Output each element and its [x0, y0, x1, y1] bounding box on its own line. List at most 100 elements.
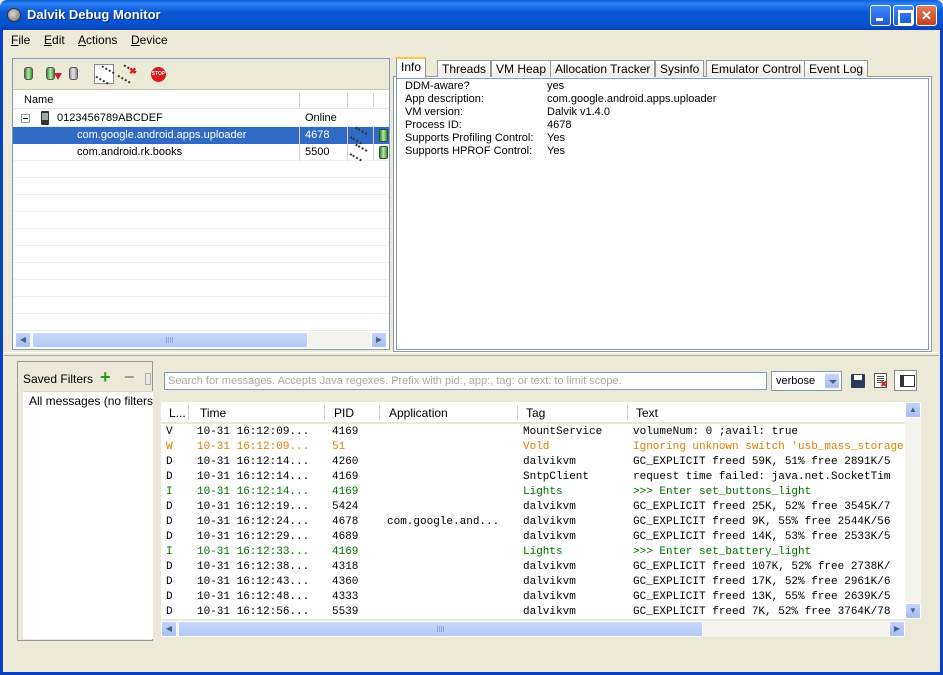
minimize-icon [871, 6, 890, 25]
scroll-right-button[interactable]: ▶ [371, 332, 387, 348]
menu-file-label: ile [18, 33, 31, 47]
log-level: D [166, 576, 173, 588]
scroll-grip-icon [166, 337, 174, 343]
save-icon[interactable] [851, 374, 865, 388]
log-row[interactable]: D 10-31 16:12:48... 4333 dalvikvm GC_EXPLICI… [161, 590, 905, 605]
log-row[interactable]: D 10-31 16:12:14... 4260 dalvikvm GC_EXPLICI… [161, 455, 905, 470]
log-row[interactable]: D 10-31 16:12:14... 4169 SntpClient request … [161, 470, 905, 485]
client-row[interactable]: com.android.rk.books 5500 [13, 143, 389, 162]
log-tag: dalvikvm [523, 501, 576, 513]
column-separator [299, 127, 300, 144]
log-text: >>> Enter set_buttons_light [633, 486, 812, 498]
collapse-toggle[interactable] [21, 114, 30, 123]
tab-allocation-tracker[interactable]: Allocation Tracker [550, 60, 656, 77]
log-row[interactable]: W 10-31 16:12:09... 51 Vold Ignoring unknown… [161, 440, 905, 455]
log-row[interactable]: I 10-31 16:12:33... 4169 Lights >>> Enter se… [161, 545, 905, 560]
title-bar[interactable]: Dalvik Debug Monitor ✕ [0, 0, 943, 30]
thread-update-icon [349, 143, 368, 162]
clear-log-icon[interactable] [874, 373, 888, 390]
update-threads-button[interactable] [94, 64, 115, 85]
info-value: 4678 [547, 119, 572, 131]
scroll-thumb[interactable] [178, 621, 703, 637]
chevron-down-icon[interactable] [824, 373, 840, 389]
tab-sysinfo[interactable]: Sysinfo [655, 60, 705, 77]
log-row[interactable]: D 10-31 16:12:19... 5424 dalvikvm GC_EXPLICI… [161, 500, 905, 515]
log-pid: 5539 [332, 606, 359, 618]
minimize-button[interactable] [870, 5, 891, 26]
menu-file[interactable]: File [11, 33, 30, 47]
log-row[interactable]: D 10-31 16:12:24... 4678 com.google.and... d… [161, 515, 905, 530]
column-separator[interactable] [324, 405, 325, 420]
name-column-header[interactable]: Name [24, 94, 53, 106]
edit-filter-icon[interactable] [145, 373, 151, 385]
time-column-header[interactable]: Time [200, 406, 226, 420]
log-row[interactable]: D 10-31 16:12:29... 4689 dalvikvm GC_EXPLICI… [161, 530, 905, 545]
client-row[interactable]: com.google.android.apps.uploader 4678 [13, 126, 389, 145]
tab-info[interactable]: Info [396, 57, 427, 78]
log-time: 10-31 16:12:48... [197, 591, 310, 603]
log-row[interactable]: I 10-31 16:12:14... 4169 Lights >>> Enter se… [161, 485, 905, 500]
log-table-header: L... Time PID Application Tag Text [161, 402, 905, 423]
debug-icon [24, 67, 33, 80]
log-text: GC_EXPLICIT freed 25K, 52% free 3545K/7 [633, 501, 891, 513]
menu-actions-mnemonic: A [78, 33, 87, 47]
log-row[interactable]: D 10-31 16:12:43... 4360 dalvikvm GC_EXPLICI… [161, 575, 905, 590]
menu-device-label: evice [139, 33, 168, 47]
toggle-filters-icon[interactable] [894, 370, 917, 391]
scroll-up-button[interactable]: ▲ [905, 402, 921, 418]
scroll-thumb[interactable] [32, 332, 308, 348]
devices-hscrollbar[interactable]: ◀ ▶ [15, 332, 387, 348]
log-vscrollbar[interactable]: ▲ ▼ [905, 402, 921, 619]
menu-actions[interactable]: Actions [78, 33, 117, 47]
log-row[interactable]: D 10-31 16:12:56... 5539 dalvikvm GC_EXPLICI… [161, 605, 905, 619]
log-tag: dalvikvm [523, 576, 576, 588]
debug-process-button[interactable] [19, 64, 39, 84]
filter-item-all-messages[interactable]: All messages (no filters) [29, 394, 153, 408]
log-pid: 4260 [332, 456, 359, 468]
update-heap-button[interactable] [41, 64, 62, 84]
column-separator[interactable] [627, 405, 628, 420]
remove-filter-icon[interactable]: − [124, 368, 135, 386]
tag-column-header[interactable]: Tag [526, 406, 545, 420]
tab-vm-heap[interactable]: VM Heap [491, 60, 552, 77]
column-separator[interactable] [188, 405, 189, 420]
pid-column-header[interactable]: PID [334, 406, 354, 420]
log-search-input[interactable] [164, 372, 767, 390]
column-separator[interactable] [373, 93, 374, 107]
scroll-left-button[interactable]: ◀ [161, 621, 177, 637]
column-separator[interactable] [379, 405, 380, 420]
log-text: GC_EXPLICIT freed 7K, 52% free 3764K/78 [633, 606, 891, 618]
log-hscrollbar[interactable]: ◀ ▶ [161, 621, 905, 637]
level-column-header[interactable]: L... [169, 406, 186, 420]
tab-event-log[interactable]: Event Log [804, 60, 869, 77]
log-time: 10-31 16:12:19... [197, 501, 310, 513]
log-level: W [166, 441, 173, 453]
tab-threads[interactable]: Threads [437, 60, 492, 77]
column-separator[interactable] [299, 93, 300, 107]
menu-device[interactable]: Device [131, 33, 168, 47]
menu-edit-label: dit [52, 33, 65, 47]
cause-gc-button[interactable] [64, 64, 84, 84]
close-button[interactable]: ✕ [916, 5, 937, 26]
log-level-select[interactable]: verbose [771, 371, 842, 391]
stop-process-button[interactable]: STOP [148, 64, 168, 84]
start-profiling-button[interactable]: ✖ [117, 64, 137, 84]
client-pid: 4678 [305, 129, 330, 141]
log-row[interactable]: V 10-31 16:12:09... 4169 MountService volume… [161, 425, 905, 440]
horizontal-splitter[interactable] [4, 352, 939, 356]
tab-emulator-control[interactable]: Emulator Control [706, 60, 807, 77]
device-row[interactable]: 0123456789ABCDEF Online [13, 110, 389, 127]
client-name: com.android.rk.books [77, 146, 183, 158]
scroll-down-button[interactable]: ▼ [905, 603, 921, 619]
column-separator[interactable] [517, 405, 518, 420]
application-column-header[interactable]: Application [389, 406, 448, 420]
log-row[interactable]: D 10-31 16:12:38... 4318 dalvikvm GC_EXPLICI… [161, 560, 905, 575]
text-column-header[interactable]: Text [636, 406, 658, 420]
column-separator[interactable] [347, 93, 348, 107]
maximize-button[interactable] [893, 5, 914, 26]
add-filter-icon[interactable]: + [100, 368, 111, 386]
menu-edit[interactable]: Edit [44, 33, 65, 47]
scroll-left-button[interactable]: ◀ [15, 332, 31, 348]
scroll-right-button[interactable]: ▶ [889, 621, 905, 637]
scroll-grip-icon [436, 626, 445, 632]
